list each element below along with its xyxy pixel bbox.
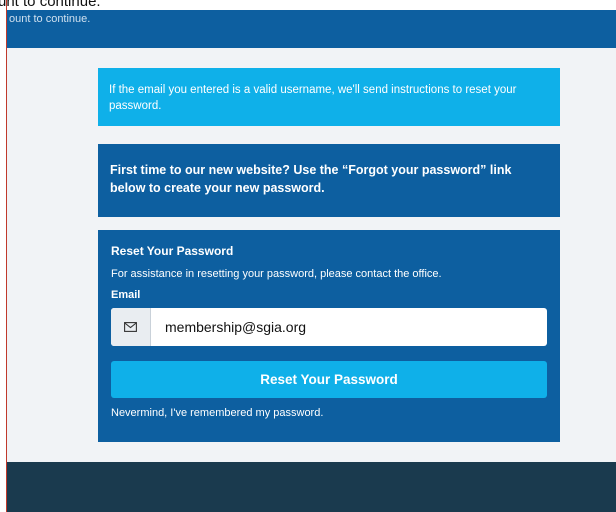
email-input-group — [111, 308, 547, 346]
main-content: If the email you entered is a valid user… — [7, 48, 616, 462]
top-cutoff-label: unt to continue. — [0, 0, 101, 10]
envelope-icon — [124, 322, 137, 332]
info-alert: If the email you entered is a valid user… — [98, 68, 560, 126]
email-field[interactable] — [151, 308, 547, 346]
email-addon — [111, 308, 151, 346]
header-band: ount to continue. — [7, 10, 616, 48]
header-subtext: ount to continue. — [9, 13, 91, 25]
reset-panel-title: Reset Your Password — [111, 244, 234, 258]
left-edge-divider — [6, 0, 7, 512]
top-cutoff-text: unt to continue. — [0, 0, 616, 10]
first-time-alert-text: First time to our new website? Use the “… — [110, 163, 512, 195]
first-time-alert: First time to our new website? Use the “… — [98, 144, 560, 217]
page: unt to continue. ount to continue. If th… — [0, 0, 616, 512]
reset-password-panel: Reset Your Password For assistance in re… — [98, 230, 560, 442]
info-alert-text: If the email you entered is a valid user… — [109, 84, 517, 112]
nevermind-link[interactable]: Nevermind, I've remembered my password. — [111, 407, 323, 419]
reset-password-button[interactable]: Reset Your Password — [111, 361, 547, 398]
reset-panel-description: For assistance in resetting your passwor… — [111, 268, 442, 280]
email-label: Email — [111, 289, 141, 301]
footer-band — [7, 462, 616, 512]
